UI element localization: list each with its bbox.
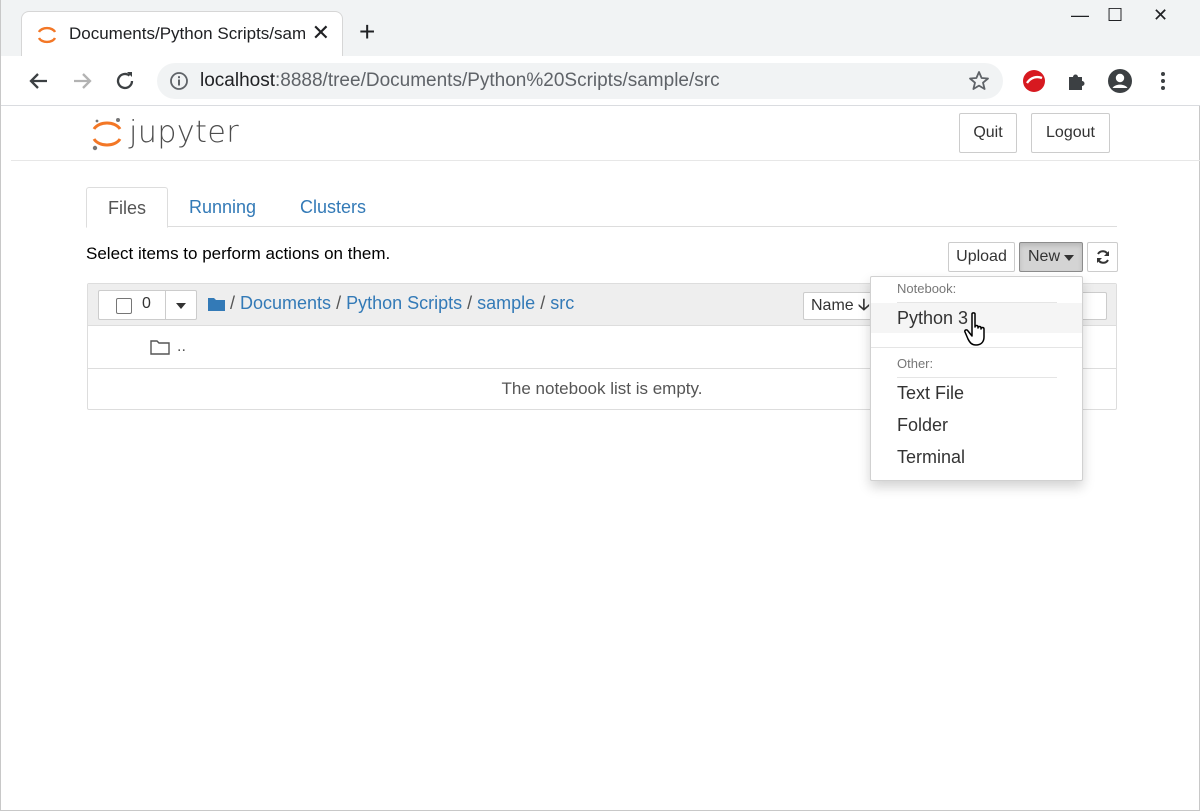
url-text: localhost:8888/tree/Documents/Python%20S… (200, 70, 720, 91)
selected-count: 0 (142, 295, 151, 312)
profile-avatar-icon[interactable] (1107, 68, 1133, 94)
selection-menu-button[interactable] (165, 291, 196, 319)
select-all-group: 0 (98, 290, 197, 320)
maximize-button[interactable]: ☐ (1107, 4, 1123, 26)
breadcrumb-src[interactable]: src (550, 293, 574, 313)
close-window-button[interactable]: ✕ (1153, 4, 1168, 26)
address-bar[interactable]: localhost:8888/tree/Documents/Python%20S… (157, 63, 1003, 99)
tab-title: Documents/Python Scripts/sample/src (69, 24, 305, 43)
dashboard-tabs: Files Running Clusters (86, 187, 1117, 228)
bookmark-star-icon[interactable] (967, 69, 991, 93)
folder-home-icon[interactable] (208, 296, 225, 311)
quit-button[interactable]: Quit (959, 113, 1017, 153)
minimize-button[interactable]: — (1071, 4, 1089, 26)
jupyter-logo-icon (92, 118, 122, 151)
new-button[interactable]: New (1019, 242, 1083, 272)
notebook-section-header: Notebook: (897, 281, 957, 296)
jupyter-logo-text: jupyter (129, 115, 240, 150)
browser-tab[interactable]: Documents/Python Scripts/sample/src ✕ (21, 11, 343, 56)
new-button-label: New (1028, 248, 1061, 265)
selection-hint: Select items to perform actions on them. (86, 244, 391, 263)
caret-down-icon (176, 303, 186, 309)
breadcrumb: / Documents / Python Scripts / sample / src (208, 293, 574, 314)
tab-running[interactable]: Running (168, 187, 277, 227)
new-menu: Notebook: Python 3 Other: Text File Fold… (870, 276, 1083, 481)
other-section-header: Other: (897, 356, 934, 371)
menu-item-folder[interactable]: Folder (871, 410, 1082, 440)
sort-arrow-icon: 🡣 (858, 297, 870, 314)
hand-cursor-icon (964, 312, 985, 346)
browser-window: Documents/Python Scripts/sample/src ✕ + … (0, 0, 1200, 811)
select-all-checkbox[interactable] (116, 298, 132, 314)
parent-folder-link[interactable]: .. (177, 338, 186, 356)
sort-name-button[interactable]: Name 🡣 (803, 292, 873, 320)
folder-icon (150, 340, 170, 355)
tab-files[interactable]: Files (86, 187, 169, 228)
caret-down-icon (1064, 255, 1074, 261)
refresh-button[interactable] (1087, 242, 1118, 272)
trend-micro-extension-icon[interactable] (1021, 68, 1047, 94)
menu-item-text-file[interactable]: Text File (871, 378, 1082, 408)
refresh-icon (1097, 250, 1109, 264)
tab-strip: Documents/Python Scripts/sample/src ✕ + … (1, 0, 1200, 56)
sort-name-label: Name (811, 297, 854, 314)
reload-icon[interactable] (112, 68, 138, 94)
upload-button[interactable]: Upload (948, 242, 1015, 272)
site-info-icon[interactable] (169, 71, 189, 91)
tab-close-icon[interactable]: ✕ (312, 21, 330, 45)
breadcrumb-documents[interactable]: Documents (240, 293, 331, 313)
breadcrumb-sample[interactable]: sample (477, 293, 535, 313)
breadcrumb-python-scripts[interactable]: Python Scripts (346, 293, 462, 313)
logout-button[interactable]: Logout (1031, 113, 1110, 153)
forward-icon[interactable] (69, 68, 95, 94)
browser-menu-icon[interactable] (1150, 68, 1176, 94)
tab-clusters[interactable]: Clusters (279, 187, 387, 227)
jupyter-favicon-icon (37, 26, 57, 44)
extensions-puzzle-icon[interactable] (1064, 68, 1090, 94)
jupyter-logo[interactable]: jupyter (91, 114, 241, 152)
browser-toolbar: localhost:8888/tree/Documents/Python%20S… (1, 56, 1200, 106)
jupyter-header: jupyter Quit Logout (11, 106, 1200, 161)
menu-item-terminal[interactable]: Terminal (871, 442, 1082, 472)
back-icon[interactable] (26, 68, 52, 94)
new-tab-button[interactable]: + (359, 17, 375, 47)
